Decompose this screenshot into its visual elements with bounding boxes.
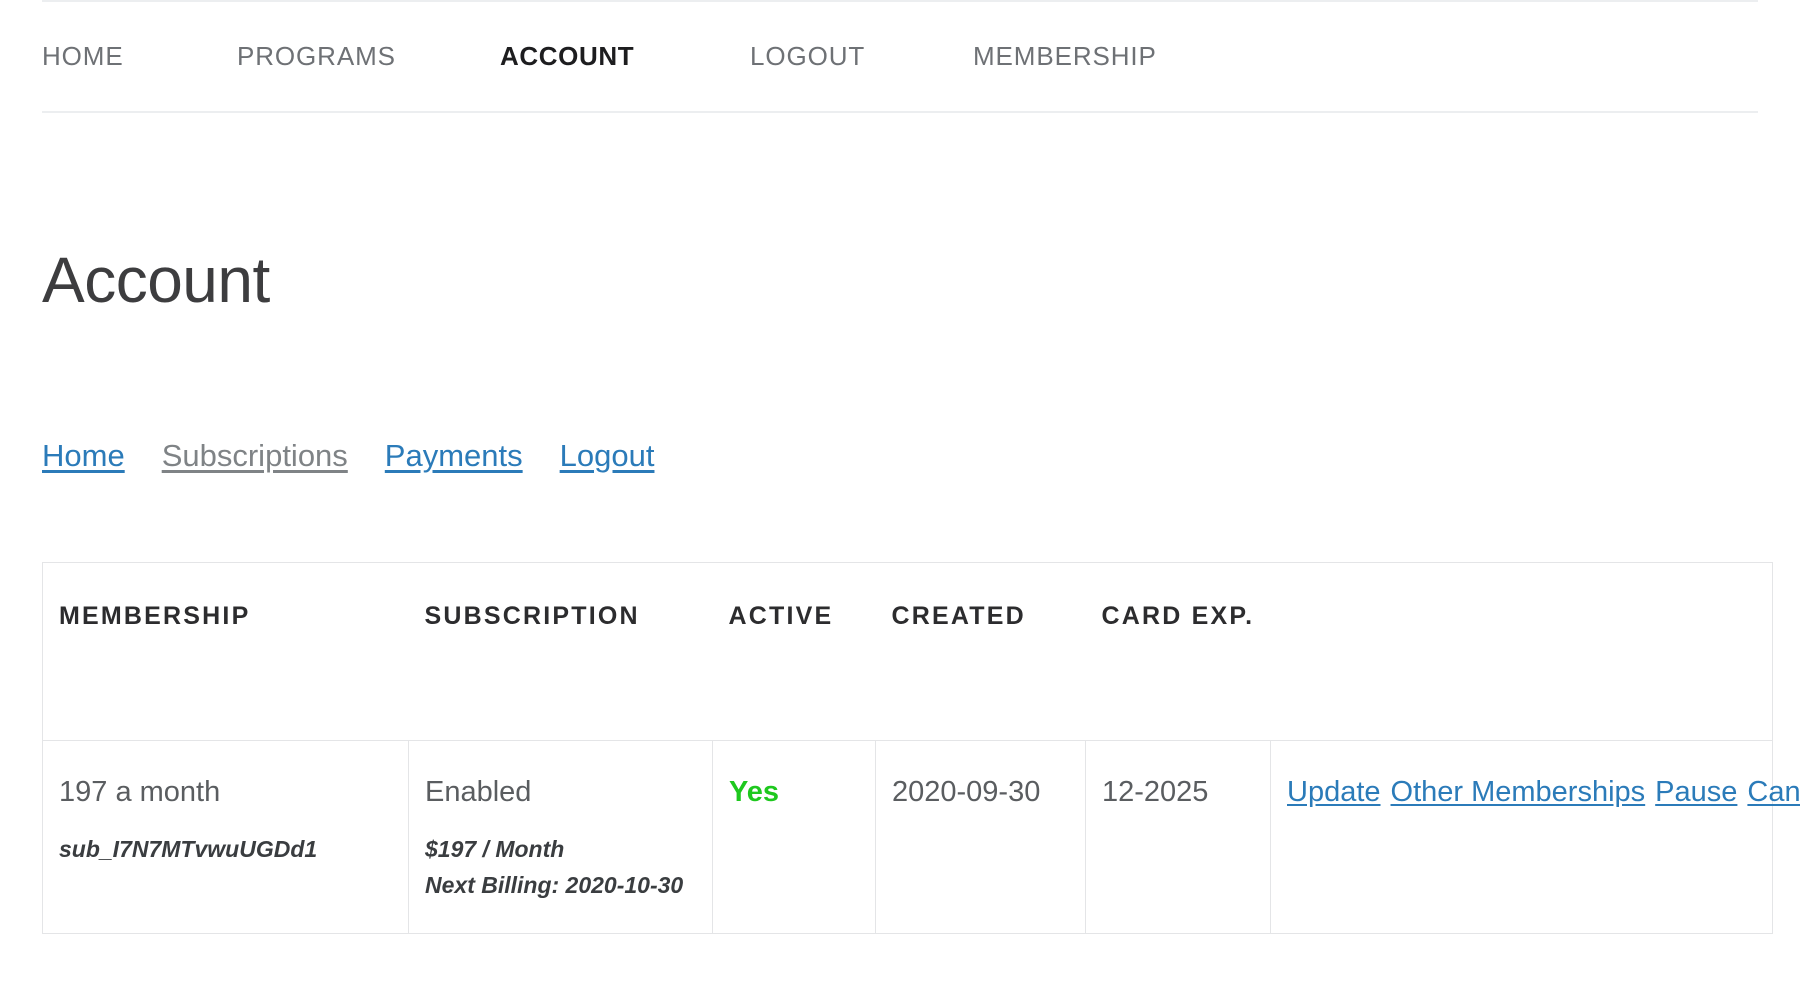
nav-item-programs: PROGRAMS xyxy=(237,41,500,72)
column-header-created: CREATED xyxy=(876,563,1086,741)
subscription-next-billing: Next Billing: 2020-10-30 xyxy=(425,868,696,904)
update-link[interactable]: Update xyxy=(1287,776,1381,808)
nav-link-account[interactable]: ACCOUNT xyxy=(500,41,634,72)
pause-link[interactable]: Pause xyxy=(1655,776,1737,808)
subscriptions-table: MEMBERSHIP SUBSCRIPTION ACTIVE CREATED C… xyxy=(42,562,1773,934)
cell-created: 2020-09-30 xyxy=(876,741,1086,934)
subscription-price: $197 / Month xyxy=(425,832,696,868)
table-body: 197 a month sub_I7N7MTvwuUGDd1 Enabled $… xyxy=(43,741,1773,934)
membership-name: 197 a month xyxy=(59,769,392,816)
subnav-link-subscriptions[interactable]: Subscriptions xyxy=(162,438,348,474)
nav-link-home[interactable]: HOME xyxy=(42,41,124,72)
column-header-actions xyxy=(1271,563,1773,741)
nav-item-account: ACCOUNT xyxy=(500,41,750,72)
cell-actions: UpdateOther MembershipsPauseCancel xyxy=(1271,741,1773,934)
nav-link-membership[interactable]: MEMBERSHIP xyxy=(973,41,1157,72)
table-header-row: MEMBERSHIP SUBSCRIPTION ACTIVE CREATED C… xyxy=(43,563,1773,741)
nav-item-home: HOME xyxy=(42,41,237,72)
membership-subscription-id: sub_I7N7MTvwuUGDd1 xyxy=(59,832,392,868)
primary-nav-list: HOME PROGRAMS ACCOUNT LOGOUT MEMBERSHIP xyxy=(42,41,1157,72)
cell-membership: 197 a month sub_I7N7MTvwuUGDd1 xyxy=(43,741,409,934)
status-badge-active: Yes xyxy=(729,776,779,808)
other-memberships-link[interactable]: Other Memberships xyxy=(1391,776,1646,808)
subscription-details: $197 / Month Next Billing: 2020-10-30 xyxy=(425,832,696,903)
primary-navigation: HOME PROGRAMS ACCOUNT LOGOUT MEMBERSHIP xyxy=(42,0,1758,113)
column-header-subscription: SUBSCRIPTION xyxy=(409,563,713,741)
column-header-card-exp: CARD EXP. xyxy=(1086,563,1271,741)
nav-link-logout[interactable]: LOGOUT xyxy=(750,41,865,72)
cancel-link[interactable]: Cancel xyxy=(1747,776,1800,808)
table-head: MEMBERSHIP SUBSCRIPTION ACTIVE CREATED C… xyxy=(43,563,1773,741)
subscription-status: Enabled xyxy=(425,769,696,816)
nav-item-logout: LOGOUT xyxy=(750,41,973,72)
subnav-link-payments[interactable]: Payments xyxy=(385,438,523,474)
account-subnav: Home Subscriptions Payments Logout xyxy=(42,438,654,474)
nav-link-programs[interactable]: PROGRAMS xyxy=(237,41,396,72)
nav-item-membership: MEMBERSHIP xyxy=(973,41,1157,72)
subnav-link-home[interactable]: Home xyxy=(42,438,125,474)
page-title: Account xyxy=(42,248,270,312)
column-header-membership: MEMBERSHIP xyxy=(43,563,409,741)
cell-subscription: Enabled $197 / Month Next Billing: 2020-… xyxy=(409,741,713,934)
cell-card-exp: 12-2025 xyxy=(1086,741,1271,934)
subnav-link-logout[interactable]: Logout xyxy=(560,438,655,474)
table-row: 197 a month sub_I7N7MTvwuUGDd1 Enabled $… xyxy=(43,741,1773,934)
cell-active: Yes xyxy=(713,741,876,934)
column-header-active: ACTIVE xyxy=(713,563,876,741)
